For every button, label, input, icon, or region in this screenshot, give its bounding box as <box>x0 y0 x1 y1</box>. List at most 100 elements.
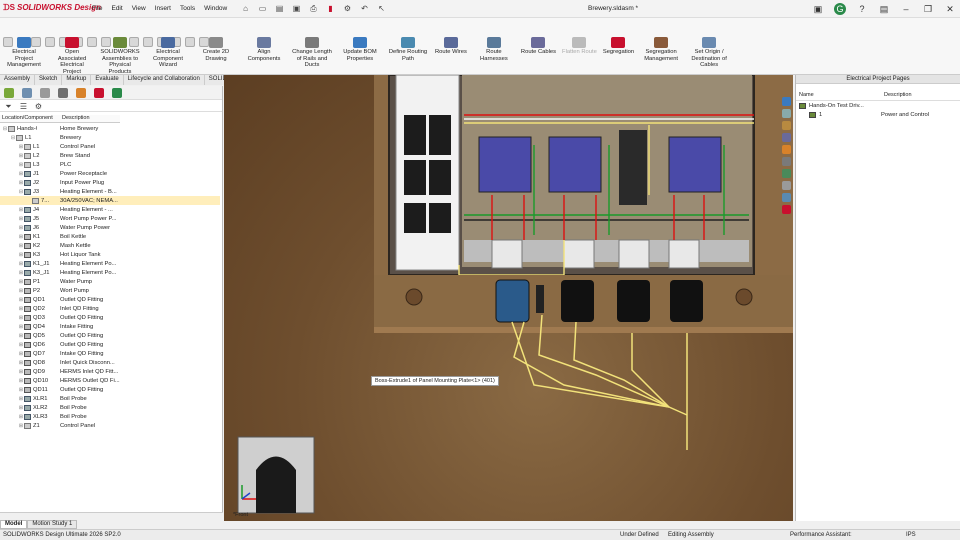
tree-row[interactable]: ⊞ QD10 HERMS Outlet QD Fi... <box>0 376 220 385</box>
ribbon-button-rail[interactable]: Change Length of Rails and Ducts <box>288 37 336 76</box>
tree-row[interactable]: ⊞ J1 Power Receptacle <box>0 169 220 178</box>
project-page-row[interactable]: 1 Power and Control <box>796 110 960 119</box>
project-page-row[interactable]: Hands-On Test Driv... <box>796 101 960 110</box>
manager-icon[interactable] <box>112 88 122 98</box>
tree-row[interactable]: ⊟ J3 Heating Element - B... <box>0 187 220 196</box>
tree-row[interactable]: ⊞ L3 PLC <box>0 160 220 169</box>
layout-icon[interactable]: ▤ <box>878 3 890 15</box>
tree-row[interactable]: ⊞ QD9 HERMS Inlet QD Fitt... <box>0 367 220 376</box>
tree-row[interactable]: ⊞ QD7 Intake QD Fitting <box>0 349 220 358</box>
electrical-pages-icon[interactable] <box>782 193 791 202</box>
tree-row[interactable]: ⊞ QD1 Outlet QD Fitting <box>0 295 220 304</box>
tree-row[interactable]: ⊞ XLR3 Boil Probe <box>0 412 220 421</box>
unit-system[interactable]: IPS <box>906 532 916 538</box>
command-icon[interactable]: ▣ <box>812 3 824 15</box>
toolbox-icon[interactable] <box>782 181 791 190</box>
undo-icon[interactable]: ↶ <box>359 3 370 14</box>
list-view-icon[interactable]: ☰ <box>18 101 29 112</box>
tree-row[interactable]: ⊞ P2 Wort Pump <box>0 286 220 295</box>
select-icon[interactable]: ↖ <box>376 3 387 14</box>
tree-row[interactable]: ⊞ K1_J1 Heating Element Po... <box>0 259 220 268</box>
ribbon-button-origin[interactable]: Set Origin / Destination of Cables <box>685 37 733 76</box>
ribbon-button-assembly[interactable]: SOLIDWORKS Assemblies to Physical Produc… <box>96 37 144 76</box>
ribbon-button-segregation-mgmt[interactable]: Segregation Management <box>637 37 685 76</box>
ribbon-button-drawing[interactable]: Create 2D Drawing <box>192 37 240 76</box>
pane-scroll-strip[interactable] <box>0 512 223 520</box>
ribbon-button-route-wires[interactable]: Route Wires <box>432 37 470 76</box>
options-icon[interactable]: ⚙ <box>342 3 353 14</box>
col-description-header[interactable]: Description <box>60 115 120 122</box>
config-icon[interactable] <box>40 88 50 98</box>
ribbon-button-align[interactable]: Align Components <box>240 37 288 76</box>
tree-row[interactable]: ⊞ P1 Water Pump <box>0 277 220 286</box>
tree-row[interactable]: ⊞ XLR2 Boil Probe <box>0 403 220 412</box>
close-icon[interactable]: ✕ <box>944 3 956 15</box>
assembly-render[interactable] <box>224 75 793 521</box>
ribbon-button-open-project[interactable]: Open Associated Electrical Project <box>48 37 96 76</box>
feature-tree-icon[interactable] <box>4 88 14 98</box>
print-icon[interactable]: ⎙ <box>308 3 319 14</box>
tree-row[interactable]: ⊞ L2 Brew Stand <box>0 151 220 160</box>
resources-icon[interactable] <box>782 97 791 106</box>
tree-row[interactable]: ⊞ K3 Hot Liquor Tank <box>0 250 220 259</box>
tree-row[interactable]: ⊟ L1 Brewery <box>0 133 220 142</box>
appearances-icon[interactable] <box>782 145 791 154</box>
performance-assistant[interactable]: Performance Assistant: <box>790 532 852 538</box>
tree-row[interactable]: ⊞ J4 Heating Element - ... <box>0 205 220 214</box>
tree-row[interactable]: ⊞ QD5 Outlet QD Fitting <box>0 331 220 340</box>
tree-row[interactable]: ⊞ QD11 Outlet QD Fitting <box>0 385 220 394</box>
model-tab-model[interactable]: Model <box>0 520 28 529</box>
tree-row[interactable]: ⊞ J6 Water Pump Power <box>0 223 220 232</box>
settings-icon[interactable]: ⚙ <box>33 101 44 112</box>
open-icon[interactable]: ▤ <box>274 3 285 14</box>
tree-row[interactable]: ⊞ QD8 Inlet Quick Disconn... <box>0 358 220 367</box>
tree-row[interactable]: ⊞ J5 Wort Pump Power P... <box>0 214 220 223</box>
ribbon-button-route-cables[interactable]: Route Cables <box>518 37 559 76</box>
rebuild-icon[interactable]: ▮ <box>325 3 336 14</box>
tree-row[interactable]: ⊞ K1 Boil Kettle <box>0 232 220 241</box>
model-tab-motion-study-1[interactable]: Motion Study 1 <box>27 520 78 529</box>
ribbon-button-segregation[interactable]: Segregation <box>600 37 637 76</box>
target-icon[interactable] <box>58 88 68 98</box>
electrical-project-icon[interactable] <box>782 205 791 214</box>
tree-row[interactable]: ⊞ XLR1 Boil Probe <box>0 394 220 403</box>
ribbon-button-wizard[interactable]: Electrical Component Wizard <box>144 37 192 76</box>
tab-lifecycle-and-collaboration[interactable]: Lifecycle and Collaboration <box>124 75 205 85</box>
appearance-icon[interactable] <box>76 88 86 98</box>
ribbon-button-flatten[interactable]: Flatten Route <box>559 37 600 76</box>
tree-row[interactable]: ⊞ QD3 Outlet QD Fitting <box>0 313 220 322</box>
tree-row[interactable]: ⊟Hands-On ...Home Brewery <box>0 124 220 133</box>
home-icon[interactable]: ⌂ <box>240 3 251 14</box>
ribbon-button-bom[interactable]: Update BOM Properties <box>336 37 384 76</box>
menu-view[interactable]: View <box>132 5 146 12</box>
electrical-icon[interactable] <box>94 88 104 98</box>
menu-insert[interactable]: Insert <box>155 5 171 12</box>
tab-sketch[interactable]: Sketch <box>35 75 63 85</box>
restore-icon[interactable]: ❐ <box>922 3 934 15</box>
ribbon-button-project[interactable]: Electrical Project Management <box>0 37 48 76</box>
tree-row[interactable]: ⊞ QD4 Intake Fitting <box>0 322 220 331</box>
menu-tools[interactable]: Tools <box>180 5 195 12</box>
menu-window[interactable]: Window <box>204 5 227 12</box>
minimize-icon[interactable]: – <box>900 3 912 15</box>
view-palette-icon[interactable] <box>782 133 791 142</box>
user-avatar-icon[interactable]: G <box>834 3 846 15</box>
ribbon-button-routing-path[interactable]: Define Routing Path <box>384 37 432 76</box>
tree-row[interactable]: ⊞ K3_J1 Heating Element Po... <box>0 268 220 277</box>
custom-props-icon[interactable] <box>782 157 791 166</box>
tab-assembly[interactable]: Assembly <box>0 75 36 85</box>
save-icon[interactable]: ▣ <box>291 3 302 14</box>
tree-row[interactable]: ⊞ Z1 Control Panel <box>0 421 220 430</box>
filter-icon[interactable]: ⏷ <box>3 101 14 112</box>
col-location-header[interactable]: Location/Component <box>0 115 60 122</box>
tree-row[interactable]: ⊞ K2 Mash Kettle <box>0 241 220 250</box>
ribbon-button-route-harness[interactable]: Route Harnesses <box>470 37 518 76</box>
forum-icon[interactable] <box>782 169 791 178</box>
tab-markup[interactable]: Markup <box>62 75 92 85</box>
col-name-header[interactable]: Name <box>796 92 881 100</box>
tree-row[interactable]: ⊞ J2 Input Power Plug <box>0 178 220 187</box>
tab-evaluate[interactable]: Evaluate <box>91 75 124 85</box>
menu-file[interactable]: File <box>92 5 102 12</box>
help-icon[interactable]: ? <box>856 3 868 15</box>
tree-row[interactable]: ⊞ QD6 Outlet QD Fitting <box>0 340 220 349</box>
